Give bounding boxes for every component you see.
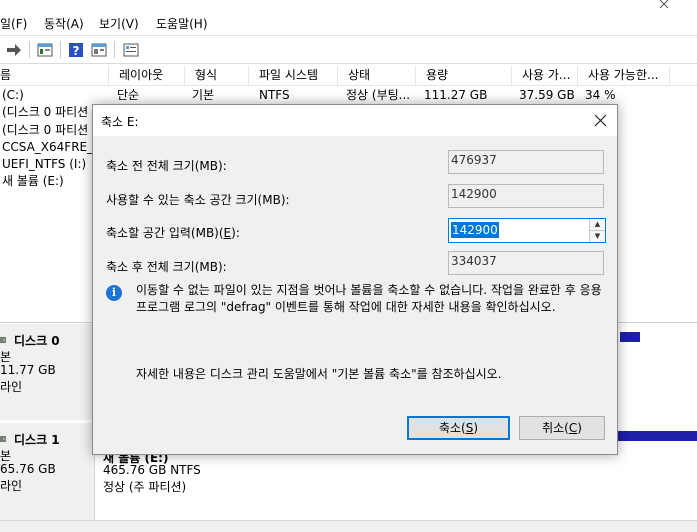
volume-layout: 단순 — [117, 88, 140, 102]
cancel-label-pre: 취소( — [542, 421, 569, 435]
toolbar-separator — [29, 41, 30, 58]
partition-bar — [618, 431, 697, 441]
volume-name: 새 볼륨 (E:) — [2, 174, 64, 188]
shrink-button[interactable]: 축소(S) — [407, 416, 510, 440]
spin-down-arrow-icon[interactable]: ▼ — [590, 231, 605, 242]
dialog-titlebar: 축소 E: — [93, 105, 617, 136]
info-icon: i — [106, 285, 122, 301]
disk-1-label[interactable]: 디스크 1 본 65.76 GB 라인 — [0, 423, 95, 521]
partition-size: 465.76 GB NTFS — [103, 463, 201, 477]
disk-state: 라인 — [0, 380, 23, 394]
cancel-button[interactable]: 취소(C) — [519, 416, 605, 440]
disk-list-icon[interactable] — [37, 42, 53, 58]
menu-file[interactable]: 일(F) — [0, 15, 27, 32]
total-after-label: 축소 후 전체 크기(MB): — [106, 260, 227, 274]
volume-free: 37.59 GB — [519, 88, 575, 102]
volume-free-percent: 34 % — [585, 88, 616, 102]
window-top-edge — [0, 0, 697, 9]
volume-list-header: 름 레이아웃 형식 파일 시스템 상태 용량 사용 가... 사용 가능한... — [0, 66, 697, 86]
column-free[interactable]: 사용 가... — [512, 66, 578, 85]
spin-up-arrow-icon[interactable]: ▲ — [590, 219, 605, 231]
column-type[interactable]: 형식 — [185, 66, 249, 85]
forward-arrow-icon[interactable] — [6, 42, 22, 58]
column-name[interactable]: 름 — [0, 66, 109, 85]
disk-icon — [0, 337, 6, 343]
cancel-label-post: ) — [577, 421, 582, 435]
volume-status: 정상 (부팅... — [346, 88, 411, 102]
svg-text:?: ? — [73, 44, 80, 58]
disk-icon — [0, 436, 6, 442]
dialog-title: 축소 E: — [101, 115, 139, 129]
volume-row[interactable]: (C:) 단순 기본 NTFS 정상 (부팅... 111.27 GB 37.5… — [0, 86, 697, 104]
shrink-amount-spinbox[interactable]: 142900 ▲ ▼ — [448, 218, 606, 243]
column-layout[interactable]: 레이아웃 — [109, 66, 185, 85]
column-status[interactable]: 상태 — [338, 66, 416, 85]
properties-icon[interactable] — [91, 42, 107, 58]
disk-title: 디스크 0 — [14, 334, 60, 348]
volume-filesystem: NTFS — [259, 88, 290, 102]
available-value: 142900 — [448, 184, 604, 208]
column-free-percent[interactable]: 사용 가능한... — [578, 66, 670, 85]
enter-label-pre: 축소할 공간 입력(MB)( — [106, 226, 224, 240]
cancel-label-key: C — [568, 421, 578, 435]
volume-name: (C:) — [2, 88, 24, 102]
shrink-label-pre: 축소( — [438, 421, 466, 435]
partition-status: 정상 (주 파티션) — [103, 480, 187, 494]
disk-0-label[interactable]: 디스크 0 본 11.77 GB 라인 — [0, 324, 95, 420]
disk-size: 65.76 GB — [0, 462, 56, 476]
disk-state: 라인 — [0, 479, 23, 493]
dialog-close-icon[interactable] — [594, 114, 607, 127]
volume-type: 기본 — [192, 88, 215, 102]
partition-bar — [620, 332, 640, 342]
shrink-amount-input[interactable]: 142900 — [451, 222, 499, 238]
window-close-icon[interactable] — [657, 0, 671, 8]
settings-panel-icon[interactable] — [123, 42, 139, 58]
disk-size: 11.77 GB — [0, 363, 56, 377]
status-strip — [0, 520, 697, 532]
volume-name: UEFI_NTFS (I:) — [2, 157, 87, 171]
menu-help[interactable]: 도움말(H) — [156, 15, 208, 32]
available-label: 사용할 수 있는 축소 공간 크기(MB): — [106, 193, 290, 207]
volume-name: (디스크 0 파티션 — [2, 105, 89, 119]
help-reference-text: 자세한 내용은 디스크 관리 도움말에서 "기본 볼륨 축소"를 참조하십시오. — [136, 367, 502, 381]
toolbar: ? — [0, 35, 697, 64]
toolbar-separator — [60, 41, 61, 58]
disk-title: 디스크 1 — [14, 433, 60, 447]
total-before-label: 축소 전 전체 크기(MB): — [106, 159, 227, 173]
column-filesystem[interactable]: 파일 시스템 — [249, 66, 338, 85]
column-capacity[interactable]: 용량 — [416, 66, 512, 85]
total-before-value: 476937 — [448, 150, 604, 174]
toolbar-separator — [114, 41, 115, 58]
help-icon[interactable]: ? — [68, 42, 84, 58]
volume-name: (디스크 0 파티션 — [2, 123, 89, 137]
shrink-dialog: 축소 E: 축소 전 전체 크기(MB): 476937 사용할 수 있는 축소… — [92, 104, 618, 455]
enter-label-post: ): — [231, 226, 240, 240]
info-message: 이동할 수 없는 파일이 있는 지점을 벗어나 볼륨을 축소할 수 없습니다. … — [136, 283, 602, 314]
total-after-value: 334037 — [448, 251, 604, 275]
enter-amount-label: 축소할 공간 입력(MB)(E): — [106, 224, 240, 241]
shrink-label-post: ) — [473, 421, 479, 435]
menu-view[interactable]: 보기(V) — [99, 15, 139, 32]
menu-bar: 일(F) 동작(A) 보기(V) 도움말(H) — [0, 11, 697, 35]
enter-label-key: E — [223, 226, 232, 240]
menu-action[interactable]: 동작(A) — [44, 15, 84, 32]
spin-buttons: ▲ ▼ — [589, 219, 605, 242]
volume-capacity: 111.27 GB — [424, 88, 488, 102]
